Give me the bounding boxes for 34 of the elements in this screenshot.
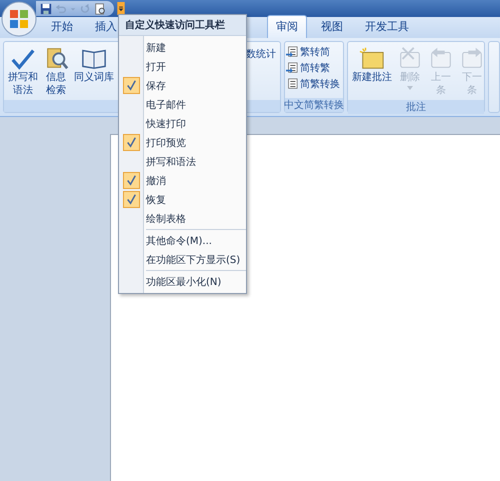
ribbon-button[interactable]: 简繁转换 xyxy=(286,77,340,91)
menu-item[interactable]: 功能区最小化(N) xyxy=(119,272,246,291)
menu-item[interactable]: 打开 xyxy=(119,57,246,76)
menu-item[interactable]: 打印预览 xyxy=(119,133,246,152)
ribbon-button[interactable]: 简转繁 xyxy=(286,61,330,75)
ribbon-button[interactable]: 拼写和 语法 xyxy=(6,44,40,98)
menu-item[interactable]: 撤消 xyxy=(119,171,246,190)
ribbon-button[interactable]: 新建批注 xyxy=(350,44,394,85)
menu-item[interactable]: 拼写和语法 xyxy=(119,152,246,171)
menu-item[interactable]: 新建 xyxy=(119,38,246,57)
ribbon-tab[interactable]: 开发工具 xyxy=(357,16,417,38)
ribbon-button[interactable]: 信息 检索 xyxy=(41,44,71,98)
ribbon-button[interactable]: 同义词库 xyxy=(72,44,116,85)
menu-item[interactable]: 在功能区下方显示(S) xyxy=(119,250,246,269)
note-icon xyxy=(359,45,385,71)
ribbon-button[interactable]: 繁转简 xyxy=(286,45,330,59)
menu-title: 自定义快速访问工具栏 xyxy=(119,15,246,36)
menu-item[interactable]: 其他命令(M)... xyxy=(119,231,246,250)
menu-item[interactable]: 快速打印 xyxy=(119,114,246,133)
ribbon-button[interactable]: 数统计 xyxy=(246,47,276,61)
menu-item[interactable]: 保存 xyxy=(119,76,246,95)
print-preview-icon[interactable] xyxy=(94,2,106,14)
ribbon-tab[interactable]: 视图 xyxy=(313,16,351,38)
customize-dropdown-icon[interactable] xyxy=(117,2,125,15)
document-icon xyxy=(286,78,298,90)
group-title: 批注 xyxy=(406,100,426,114)
menu-item[interactable]: 恢复 xyxy=(119,190,246,209)
ribbon-tab[interactable]: 审阅 xyxy=(267,15,307,38)
group-title: 中文简繁转换 xyxy=(284,98,344,112)
ribbon-tab[interactable]: 开始 xyxy=(43,16,81,38)
ribbon-group xyxy=(488,41,500,113)
menu-item[interactable]: 绘制表格 xyxy=(119,209,246,228)
menu-item[interactable]: 电子邮件 xyxy=(119,95,246,114)
save-icon[interactable] xyxy=(40,2,52,14)
